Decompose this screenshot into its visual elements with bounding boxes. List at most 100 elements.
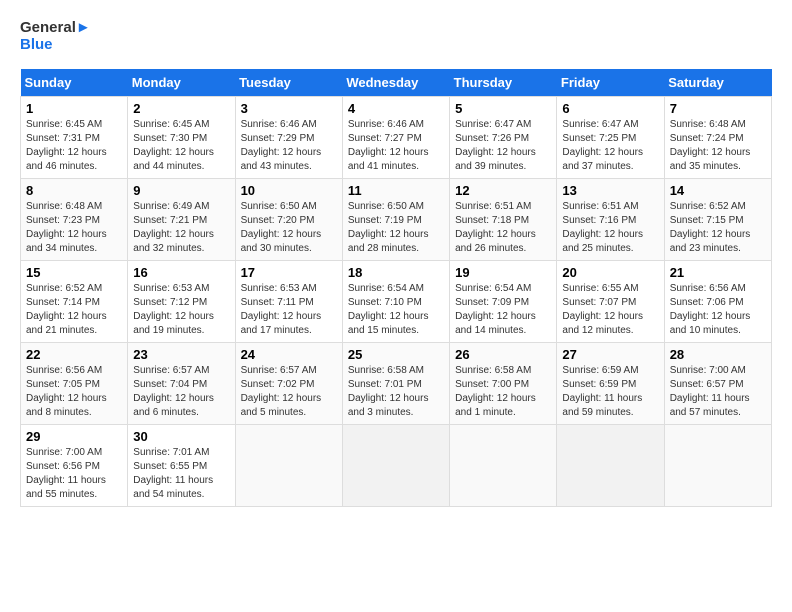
- calendar-cell: 15 Sunrise: 6:52 AM Sunset: 7:14 PM Dayli…: [21, 261, 128, 343]
- weekday-header: Friday: [557, 69, 664, 97]
- day-number: 23: [133, 347, 229, 362]
- day-info: Sunrise: 7:00 AM Sunset: 6:56 PM Dayligh…: [26, 446, 122, 502]
- calendar-week-row: 22 Sunrise: 6:56 AM Sunset: 7:05 PM Dayli…: [21, 343, 772, 425]
- day-number: 2: [133, 101, 229, 116]
- weekday-header-row: SundayMondayTuesdayWednesdayThursdayFrid…: [21, 69, 772, 97]
- day-number: 21: [670, 265, 766, 280]
- weekday-header: Wednesday: [342, 69, 449, 97]
- day-number: 16: [133, 265, 229, 280]
- day-number: 24: [241, 347, 337, 362]
- calendar-cell: 16 Sunrise: 6:53 AM Sunset: 7:12 PM Dayli…: [128, 261, 235, 343]
- day-info: Sunrise: 6:56 AM Sunset: 7:05 PM Dayligh…: [26, 364, 122, 420]
- calendar-cell: 6 Sunrise: 6:47 AM Sunset: 7:25 PM Daylig…: [557, 97, 664, 179]
- calendar-cell: 20 Sunrise: 6:55 AM Sunset: 7:07 PM Dayli…: [557, 261, 664, 343]
- day-number: 4: [348, 101, 444, 116]
- calendar-cell: 29 Sunrise: 7:00 AM Sunset: 6:56 PM Dayli…: [21, 425, 128, 507]
- day-info: Sunrise: 6:47 AM Sunset: 7:25 PM Dayligh…: [562, 118, 658, 174]
- day-number: 19: [455, 265, 551, 280]
- day-info: Sunrise: 6:46 AM Sunset: 7:27 PM Dayligh…: [348, 118, 444, 174]
- calendar-cell: [450, 425, 557, 507]
- day-number: 10: [241, 183, 337, 198]
- calendar-cell: 19 Sunrise: 6:54 AM Sunset: 7:09 PM Dayli…: [450, 261, 557, 343]
- day-info: Sunrise: 6:51 AM Sunset: 7:18 PM Dayligh…: [455, 200, 551, 256]
- calendar-cell: 28 Sunrise: 7:00 AM Sunset: 6:57 PM Dayli…: [664, 343, 771, 425]
- day-number: 14: [670, 183, 766, 198]
- calendar-cell: 18 Sunrise: 6:54 AM Sunset: 7:10 PM Dayli…: [342, 261, 449, 343]
- day-info: Sunrise: 6:53 AM Sunset: 7:11 PM Dayligh…: [241, 282, 337, 338]
- calendar-week-row: 1 Sunrise: 6:45 AM Sunset: 7:31 PM Daylig…: [21, 97, 772, 179]
- day-number: 8: [26, 183, 122, 198]
- calendar-cell: 8Sunrise: 6:48 AM Sunset: 7:23 PM Daylig…: [21, 179, 128, 261]
- day-number: 29: [26, 429, 122, 444]
- calendar-cell: 17Sunrise: 6:53 AM Sunset: 7:11 PM Dayli…: [235, 261, 342, 343]
- calendar-cell: 5 Sunrise: 6:47 AM Sunset: 7:26 PM Daylig…: [450, 97, 557, 179]
- calendar-table: SundayMondayTuesdayWednesdayThursdayFrid…: [20, 69, 772, 507]
- calendar-cell: 25 Sunrise: 6:58 AM Sunset: 7:01 PM Dayli…: [342, 343, 449, 425]
- day-number: 5: [455, 101, 551, 116]
- day-info: Sunrise: 6:59 AM Sunset: 6:59 PM Dayligh…: [562, 364, 658, 420]
- calendar-week-row: 29 Sunrise: 7:00 AM Sunset: 6:56 PM Dayli…: [21, 425, 772, 507]
- weekday-header: Thursday: [450, 69, 557, 97]
- day-info: Sunrise: 6:58 AM Sunset: 7:00 PM Dayligh…: [455, 364, 551, 420]
- day-info: Sunrise: 6:55 AM Sunset: 7:07 PM Dayligh…: [562, 282, 658, 338]
- calendar-cell: [235, 425, 342, 507]
- calendar-cell: 1 Sunrise: 6:45 AM Sunset: 7:31 PM Daylig…: [21, 97, 128, 179]
- day-info: Sunrise: 6:57 AM Sunset: 7:02 PM Dayligh…: [241, 364, 337, 420]
- day-info: Sunrise: 7:00 AM Sunset: 6:57 PM Dayligh…: [670, 364, 766, 420]
- day-info: Sunrise: 6:52 AM Sunset: 7:14 PM Dayligh…: [26, 282, 122, 338]
- calendar-cell: 27 Sunrise: 6:59 AM Sunset: 6:59 PM Dayli…: [557, 343, 664, 425]
- calendar-cell: 4 Sunrise: 6:46 AM Sunset: 7:27 PM Daylig…: [342, 97, 449, 179]
- day-info: Sunrise: 6:51 AM Sunset: 7:16 PM Dayligh…: [562, 200, 658, 256]
- day-number: 25: [348, 347, 444, 362]
- calendar-cell: 13 Sunrise: 6:51 AM Sunset: 7:16 PM Dayli…: [557, 179, 664, 261]
- day-number: 28: [670, 347, 766, 362]
- day-info: Sunrise: 6:57 AM Sunset: 7:04 PM Dayligh…: [133, 364, 229, 420]
- day-info: Sunrise: 7:01 AM Sunset: 6:55 PM Dayligh…: [133, 446, 229, 502]
- day-number: 15: [26, 265, 122, 280]
- day-number: 11: [348, 183, 444, 198]
- day-info: Sunrise: 6:52 AM Sunset: 7:15 PM Dayligh…: [670, 200, 766, 256]
- calendar-cell: [557, 425, 664, 507]
- day-info: Sunrise: 6:54 AM Sunset: 7:10 PM Dayligh…: [348, 282, 444, 338]
- day-number: 20: [562, 265, 658, 280]
- day-number: 9: [133, 183, 229, 198]
- day-number: 13: [562, 183, 658, 198]
- day-info: Sunrise: 6:50 AM Sunset: 7:19 PM Dayligh…: [348, 200, 444, 256]
- day-number: 1: [26, 101, 122, 116]
- calendar-cell: 24 Sunrise: 6:57 AM Sunset: 7:02 PM Dayli…: [235, 343, 342, 425]
- weekday-header: Tuesday: [235, 69, 342, 97]
- day-number: 6: [562, 101, 658, 116]
- day-info: Sunrise: 6:58 AM Sunset: 7:01 PM Dayligh…: [348, 364, 444, 420]
- weekday-header: Sunday: [21, 69, 128, 97]
- calendar-cell: 30 Sunrise: 7:01 AM Sunset: 6:55 PM Dayli…: [128, 425, 235, 507]
- day-info: Sunrise: 6:45 AM Sunset: 7:31 PM Dayligh…: [26, 118, 122, 174]
- calendar-cell: 12 Sunrise: 6:51 AM Sunset: 7:18 PM Dayli…: [450, 179, 557, 261]
- calendar-cell: 9 Sunrise: 6:49 AM Sunset: 7:21 PM Daylig…: [128, 179, 235, 261]
- calendar-cell: 2Sunrise: 6:45 AM Sunset: 7:30 PM Daylig…: [128, 97, 235, 179]
- calendar-cell: [342, 425, 449, 507]
- day-info: Sunrise: 6:49 AM Sunset: 7:21 PM Dayligh…: [133, 200, 229, 256]
- day-number: 22: [26, 347, 122, 362]
- day-number: 3: [241, 101, 337, 116]
- calendar-cell: 10Sunrise: 6:50 AM Sunset: 7:20 PM Dayli…: [235, 179, 342, 261]
- day-info: Sunrise: 6:46 AM Sunset: 7:29 PM Dayligh…: [241, 118, 337, 174]
- calendar-cell: 22 Sunrise: 6:56 AM Sunset: 7:05 PM Dayli…: [21, 343, 128, 425]
- day-number: 30: [133, 429, 229, 444]
- day-info: Sunrise: 6:54 AM Sunset: 7:09 PM Dayligh…: [455, 282, 551, 338]
- page-header: General► Blue: [20, 20, 772, 53]
- day-number: 12: [455, 183, 551, 198]
- calendar-cell: 21Sunrise: 6:56 AM Sunset: 7:06 PM Dayli…: [664, 261, 771, 343]
- logo-text-general: General►: [20, 20, 91, 37]
- logo: General► Blue: [20, 20, 91, 53]
- calendar-cell: [664, 425, 771, 507]
- calendar-week-row: 8Sunrise: 6:48 AM Sunset: 7:23 PM Daylig…: [21, 179, 772, 261]
- weekday-header: Monday: [128, 69, 235, 97]
- day-info: Sunrise: 6:47 AM Sunset: 7:26 PM Dayligh…: [455, 118, 551, 174]
- day-info: Sunrise: 6:53 AM Sunset: 7:12 PM Dayligh…: [133, 282, 229, 338]
- calendar-cell: 26Sunrise: 6:58 AM Sunset: 7:00 PM Dayli…: [450, 343, 557, 425]
- weekday-header: Saturday: [664, 69, 771, 97]
- day-number: 18: [348, 265, 444, 280]
- logo-text-blue: Blue: [20, 37, 91, 54]
- day-number: 27: [562, 347, 658, 362]
- calendar-cell: 3 Sunrise: 6:46 AM Sunset: 7:29 PM Daylig…: [235, 97, 342, 179]
